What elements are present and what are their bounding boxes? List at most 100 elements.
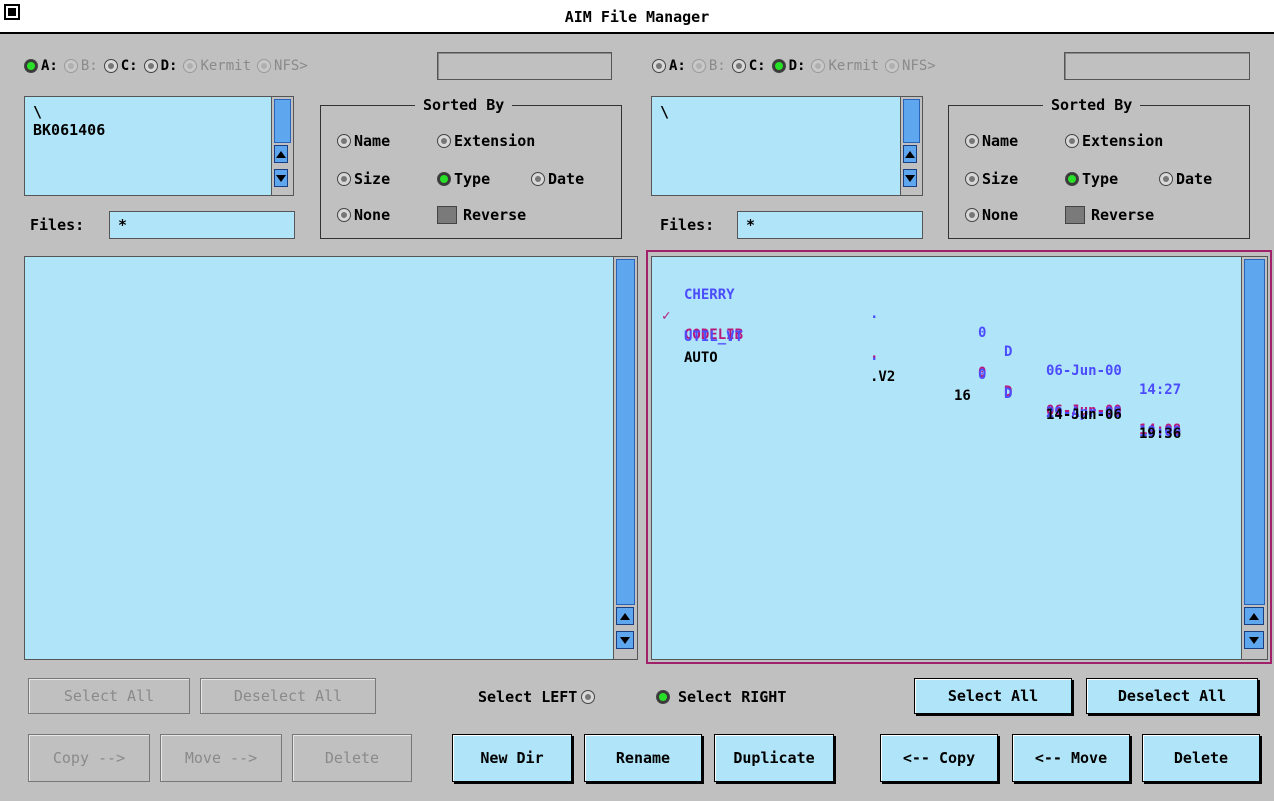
scroll-down-icon[interactable] (903, 169, 917, 187)
checkbox-icon (1065, 206, 1085, 224)
scroll-up-icon[interactable] (1244, 607, 1264, 625)
right-drive-c[interactable]: C: (731, 58, 766, 74)
radio-disabled-icon (811, 59, 826, 73)
scroll-thumb[interactable] (1244, 259, 1265, 605)
right-sort-size[interactable]: Size (965, 170, 1018, 188)
duplicate-button[interactable]: Duplicate (714, 734, 834, 782)
left-dir-scrollbar[interactable] (271, 97, 293, 195)
select-right-option[interactable]: Select RIGHT (656, 688, 786, 706)
left-drive-a[interactable]: A: (24, 58, 58, 74)
left-drive-selector: A: B: C: D: Kermit NFS> (24, 52, 308, 80)
right-drive-nfs: NFS> (885, 58, 936, 74)
radio-off-icon (652, 59, 666, 73)
scroll-thumb[interactable] (616, 259, 635, 605)
copy-right-button[interactable]: Copy --> (28, 734, 150, 782)
right-drive-kermit: Kermit (811, 58, 879, 74)
right-files-label: Files: (660, 216, 715, 234)
right-select-all-button[interactable]: Select All (914, 678, 1072, 714)
right-sort-extension[interactable]: Extension (1065, 132, 1163, 150)
right-sort-date[interactable]: Date (1159, 170, 1212, 188)
file-row[interactable]: CHERRY . 0 D 06-Jun-00 14:27 (652, 267, 1267, 398)
right-sort-reverse[interactable]: Reverse (1065, 206, 1154, 224)
radio-disabled-icon (257, 59, 272, 73)
right-drive-b: B: (691, 58, 726, 74)
radio-off-icon (1159, 172, 1173, 186)
rename-button[interactable]: Rename (584, 734, 702, 782)
select-left-option[interactable]: Select LEFT (478, 688, 598, 706)
left-sort-size[interactable]: Size (337, 170, 390, 188)
radio-on-icon (437, 172, 451, 186)
scroll-up-icon[interactable] (616, 607, 634, 625)
left-delete-button[interactable]: Delete (292, 734, 412, 782)
scroll-up-icon[interactable] (903, 145, 917, 163)
title-bar: AIM File Manager (0, 0, 1274, 34)
radio-disabled-icon (691, 59, 706, 73)
left-deselect-all-button[interactable]: Deselect All (200, 678, 376, 714)
scroll-down-icon[interactable] (1244, 631, 1264, 649)
window-title: AIM File Manager (564, 8, 710, 26)
radio-off-icon (1065, 134, 1079, 148)
scroll-thumb[interactable] (274, 99, 291, 143)
radio-off-icon (581, 690, 596, 704)
left-select-all-button[interactable]: Select All (28, 678, 190, 714)
right-drive-a[interactable]: A: (652, 58, 686, 74)
radio-off-icon (337, 134, 351, 148)
left-list-scrollbar[interactable] (613, 257, 637, 659)
copy-left-button[interactable]: <-- Copy (880, 734, 998, 782)
left-sort-reverse[interactable]: Reverse (437, 206, 526, 224)
right-nfs-path-field (1064, 52, 1250, 80)
left-sort-group: Sorted By Name Extension Size Type Date … (320, 96, 622, 239)
left-file-list[interactable] (24, 256, 638, 660)
file-row[interactable]: AUTO .V2 16 14-Jun-06 19:36 (652, 330, 1267, 442)
left-sort-type[interactable]: Type (437, 170, 490, 188)
radio-on-icon (1065, 172, 1079, 186)
dir-root[interactable]: \ (25, 103, 293, 121)
left-drive-kermit: Kermit (183, 58, 251, 74)
right-files-filter-input[interactable]: * (737, 211, 923, 239)
file-row-selected[interactable]: ✓ CODELIB . 0 D 06-Jun-00 14:08 (652, 288, 1267, 438)
scroll-down-icon[interactable] (616, 631, 634, 649)
left-sort-date[interactable]: Date (531, 170, 584, 188)
radio-disabled-icon (63, 59, 78, 73)
scroll-thumb[interactable] (903, 99, 920, 143)
left-drive-nfs: NFS> (257, 58, 308, 74)
radio-off-icon (965, 208, 979, 222)
left-sort-extension[interactable]: Extension (437, 132, 535, 150)
left-drive-b: B: (63, 58, 98, 74)
right-file-list[interactable]: CHERRY . 0 D 06-Jun-00 14:27 ✓ CODELIB .… (651, 256, 1268, 660)
sort-legend: Sorted By (1043, 96, 1141, 114)
left-sort-none[interactable]: None (337, 206, 390, 224)
right-deselect-all-button[interactable]: Deselect All (1086, 678, 1258, 714)
right-list-scrollbar[interactable] (1241, 257, 1267, 659)
right-delete-button[interactable]: Delete (1142, 734, 1260, 782)
move-left-button[interactable]: <-- Move (1012, 734, 1130, 782)
scroll-down-icon[interactable] (274, 169, 288, 187)
move-right-button[interactable]: Move --> (160, 734, 282, 782)
left-files-filter-input[interactable]: * (109, 211, 295, 239)
right-sort-name[interactable]: Name (965, 132, 1018, 150)
left-sort-name[interactable]: Name (337, 132, 390, 150)
dir-root[interactable]: \ (652, 103, 922, 121)
right-sort-type[interactable]: Type (1065, 170, 1118, 188)
right-drive-selector: A: B: C: D: Kermit NFS> (652, 52, 936, 80)
sort-legend: Sorted By (415, 96, 513, 114)
radio-off-icon (337, 172, 351, 186)
left-drive-c[interactable]: C: (103, 58, 138, 74)
radio-off-icon (143, 59, 158, 73)
right-sort-none[interactable]: None (965, 206, 1018, 224)
radio-on-icon (656, 690, 670, 704)
right-directory-list[interactable]: \ (651, 96, 923, 196)
radio-off-icon (731, 59, 746, 73)
new-dir-button[interactable]: New Dir (452, 734, 572, 782)
radio-off-icon (531, 172, 545, 186)
radio-off-icon (337, 208, 351, 222)
file-row[interactable]: UTIL_VT . 0 D 29-Apr-05 18:00 (652, 309, 1267, 440)
right-dir-scrollbar[interactable] (900, 97, 922, 195)
radio-disabled-icon (183, 59, 198, 73)
left-drive-d[interactable]: D: (143, 58, 177, 74)
dir-entry[interactable]: BK061406 (25, 121, 293, 139)
right-sort-group: Sorted By Name Extension Size Type Date … (948, 96, 1250, 239)
scroll-up-icon[interactable] (274, 145, 288, 163)
right-drive-d[interactable]: D: (771, 58, 805, 74)
left-directory-list[interactable]: \ BK061406 (24, 96, 294, 196)
